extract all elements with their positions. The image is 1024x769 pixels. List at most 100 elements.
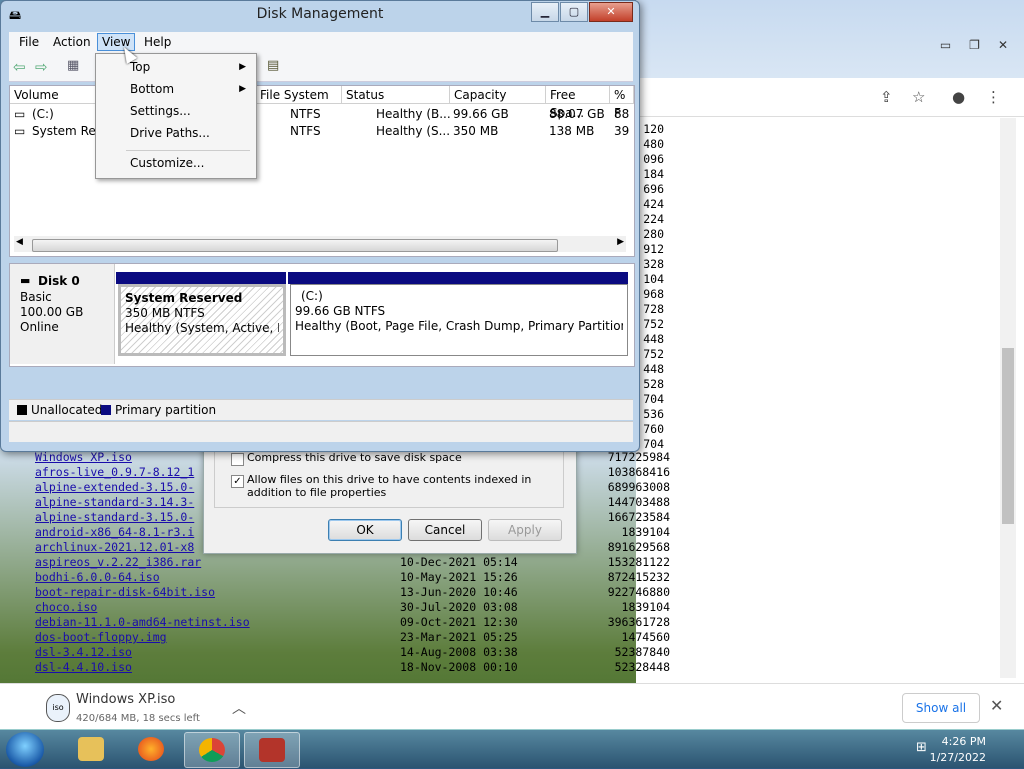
col-capacity[interactable]: Capacity <box>450 86 546 104</box>
close-icon[interactable]: ✕ <box>990 696 1003 715</box>
list-item[interactable]: debian-11.1.0-amd64-netinst.iso 09-Oct-20… <box>30 615 670 630</box>
file-link[interactable]: dos-boot-floppy.img <box>35 630 167 644</box>
page-scrollbar-thumb[interactable] <box>1002 348 1014 524</box>
col-file-system[interactable]: File System <box>256 86 342 104</box>
menu-file[interactable]: File <box>19 35 39 49</box>
cell-pct: 88 <box>614 107 630 121</box>
view-menu-settings[interactable]: Settings... <box>130 104 191 118</box>
view-menu-top[interactable]: Top <box>130 60 150 74</box>
file-link[interactable]: dsl-4.4.10.iso <box>35 660 132 674</box>
view-menu-bottom[interactable]: Bottom <box>130 82 174 96</box>
list-item[interactable]: bodhi-6.0.0-64.iso 10-May-2021 15:26 87241… <box>30 570 670 585</box>
profile-avatar-icon[interactable]: ● <box>952 88 965 106</box>
col-free-space[interactable]: Free Spa... <box>546 86 610 120</box>
file-link[interactable]: afros-live_0.9.7-8.12_1 <box>35 465 194 479</box>
apply-button[interactable]: Apply <box>488 519 562 541</box>
list-item[interactable]: choco.iso 30-Jul-2020 03:08 1839104 <box>30 600 670 615</box>
file-size: 396361728 <box>607 615 670 629</box>
partition-status: Healthy (Boot, Page File, Crash Dump, Pr… <box>295 319 623 333</box>
file-link[interactable]: alpine-extended-3.15.0- <box>35 480 194 494</box>
disk-name: Disk 0 <box>38 274 80 288</box>
compress-checkbox[interactable] <box>231 453 244 466</box>
partition-system-reserved[interactable]: System Reserved 350 MB NTFS Healthy (Sys… <box>118 284 286 356</box>
cell-volume: System Rese <box>32 124 96 138</box>
list-item[interactable]: dsl-3.4.12.iso 14-Aug-2008 03:38 52387840 <box>30 645 670 660</box>
file-link[interactable]: dsl-3.4.12.iso <box>35 645 132 659</box>
taskbar-firefox[interactable] <box>124 732 178 766</box>
download-file-name[interactable]: Windows XP.iso <box>76 692 175 707</box>
file-size: 1839104 <box>621 600 670 614</box>
close-icon[interactable]: ✕ <box>998 38 1008 52</box>
network-icon[interactable]: ⊞ <box>916 740 927 755</box>
list-item[interactable]: aspireos_v.2.22_i386.rar 10-Dec-2021 05:1… <box>30 555 670 570</box>
file-size: 52328448 <box>614 660 670 674</box>
list-item[interactable]: dos-boot-floppy.img 23-Mar-2021 05:25 1474… <box>30 630 670 645</box>
scroll-left-icon[interactable]: ◀ <box>16 237 23 247</box>
bookmark-star-icon[interactable]: ☆ <box>912 88 925 106</box>
menu-action[interactable]: Action <box>53 35 91 49</box>
forward-icon[interactable]: ⇨ <box>35 58 48 76</box>
console-tree-icon[interactable]: ▦ <box>67 58 79 73</box>
cell-free: 138 MB <box>549 124 595 138</box>
minimize-icon[interactable]: ▭ <box>940 38 951 52</box>
file-link[interactable]: bodhi-6.0.0-64.iso <box>35 570 160 584</box>
scrollbar-thumb[interactable] <box>32 239 558 252</box>
col-status[interactable]: Status <box>342 86 450 104</box>
download-progress: 420/684 MB, 18 secs left <box>76 713 200 724</box>
file-size: 153281122 <box>607 555 670 569</box>
file-link[interactable]: alpine-standard-3.14.3- <box>35 495 194 509</box>
file-link[interactable]: android-x86_64-8.1-r3.i <box>35 525 194 539</box>
file-link[interactable]: alpine-standard-3.15.0- <box>35 510 194 524</box>
compress-label: Compress this drive to save disk space <box>247 451 462 464</box>
unallocated-swatch <box>17 405 27 415</box>
file-date: 13-Jun-2020 10:46 <box>400 585 518 599</box>
status-bar <box>9 421 633 442</box>
view-menu-customize[interactable]: Customize... <box>130 156 204 170</box>
menu-separator <box>126 150 250 151</box>
cell-pct: 39 <box>614 124 630 138</box>
chevron-up-icon[interactable]: ︿ <box>232 698 246 718</box>
taskbar-disk-management[interactable] <box>244 732 300 768</box>
file-link[interactable]: choco.iso <box>35 600 97 614</box>
disk-size: 100.00 GB <box>20 305 84 319</box>
share-icon[interactable]: ⇪ <box>880 88 893 106</box>
list-item[interactable]: dsl-4.4.10.iso 18-Nov-2008 00:10 52328448 <box>30 660 670 675</box>
more-menu-icon[interactable]: ⋮ <box>986 88 1001 106</box>
file-size: 52387840 <box>614 645 670 659</box>
partition-name: System Reserved <box>125 291 243 305</box>
close-button[interactable]: ✕ <box>589 2 633 22</box>
ok-button[interactable]: OK <box>328 519 402 541</box>
col-volume[interactable]: Volume <box>10 86 98 104</box>
horizontal-scrollbar[interactable]: ◀ ▶ <box>14 236 626 252</box>
drive-properties-dialog: Compress this drive to save disk space ✓… <box>203 440 577 554</box>
toolbox-icon <box>259 738 285 762</box>
back-icon[interactable]: ⇦ <box>13 58 26 76</box>
taskbar-explorer[interactable] <box>64 732 118 766</box>
file-link[interactable]: aspireos_v.2.22_i386.rar <box>35 555 201 569</box>
system-clock[interactable]: 4:26 PM 1/27/2022 <box>930 734 986 766</box>
file-size: 1474560 <box>621 630 670 644</box>
chrome-window: ▭ ❐ ✕ ⇪ ☆ ● ⋮ <box>636 0 1024 683</box>
properties-icon[interactable]: ▤ <box>267 58 279 73</box>
maximize-button[interactable]: ▢ <box>560 2 588 22</box>
file-link[interactable]: Windows XP.iso <box>35 450 132 464</box>
col-percent-free[interactable]: % F <box>610 86 634 120</box>
file-link[interactable]: boot-repair-disk-64bit.iso <box>35 585 215 599</box>
index-checkbox[interactable]: ✓ <box>231 475 244 488</box>
view-menu-drive-paths[interactable]: Drive Paths... <box>130 126 210 140</box>
file-link[interactable]: archlinux-2021.12.01-x8 <box>35 540 194 554</box>
disk-label[interactable]: ▬ Disk 0 Basic 100.00 GB Online <box>10 264 115 364</box>
scroll-right-icon[interactable]: ▶ <box>617 237 624 247</box>
file-date: 30-Jul-2020 03:08 <box>400 600 518 614</box>
file-link[interactable]: debian-11.1.0-amd64-netinst.iso <box>35 615 250 629</box>
start-button[interactable] <box>6 732 44 767</box>
list-item[interactable]: boot-repair-disk-64bit.iso 13-Jun-2020 10… <box>30 585 670 600</box>
show-all-button[interactable]: Show all <box>902 693 980 723</box>
menu-help[interactable]: Help <box>144 35 171 49</box>
partition-c[interactable]: (C:) 99.66 GB NTFS Healthy (Boot, Page F… <box>290 284 628 356</box>
cell-capacity: 350 MB <box>453 124 499 138</box>
taskbar-chrome[interactable] <box>184 732 240 768</box>
cancel-button[interactable]: Cancel <box>408 519 482 541</box>
minimize-button[interactable]: ▁ <box>531 2 559 22</box>
maximize-icon[interactable]: ❐ <box>969 38 980 52</box>
